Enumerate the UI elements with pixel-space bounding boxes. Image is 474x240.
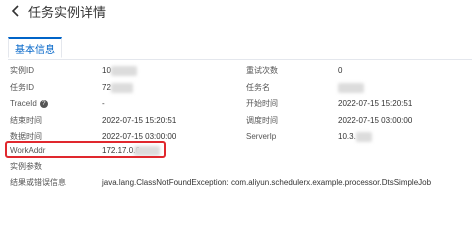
schedule-time-label: 调度时间 bbox=[246, 116, 278, 125]
redacted-value bbox=[111, 83, 133, 93]
schedule-time-value: 2022-07-15 03:00:00 bbox=[338, 116, 413, 125]
tab-bar: 基本信息 bbox=[8, 37, 472, 60]
result-label: 结果或错误信息 bbox=[10, 178, 66, 187]
instance-id-label: 实例ID bbox=[10, 66, 34, 75]
end-time-value: 2022-07-15 15:20:51 bbox=[102, 116, 177, 125]
server-ip-label: ServerIp bbox=[246, 132, 277, 141]
highlight-box bbox=[5, 141, 166, 158]
redacted-value bbox=[356, 132, 372, 142]
detail-row: 任务ID 72 任务名 bbox=[0, 81, 474, 95]
page-title: 任务实例详情 bbox=[28, 4, 107, 20]
tab-basic-info[interactable]: 基本信息 bbox=[8, 37, 62, 58]
instance-id-value: 10 bbox=[102, 66, 111, 75]
detail-row: 实例参数 bbox=[0, 160, 474, 174]
redacted-value bbox=[338, 83, 364, 93]
task-name-label: 任务名 bbox=[246, 83, 270, 92]
detail-row: 结束时间 2022-07-15 15:20:51 调度时间 2022-07-15… bbox=[0, 114, 474, 128]
result-value: java.lang.ClassNotFoundException: com.al… bbox=[102, 178, 432, 187]
server-ip-value: 10.3. bbox=[338, 132, 356, 141]
end-time-label: 结束时间 bbox=[10, 116, 42, 125]
detail-row: 结果或错误信息 java.lang.ClassNotFoundException… bbox=[0, 176, 474, 190]
retry-count-value: 0 bbox=[338, 66, 343, 75]
detail-row: TraceId? - 开始时间 2022-07-15 15:20:51 bbox=[0, 97, 474, 111]
instance-params-label: 实例参数 bbox=[10, 162, 42, 171]
trace-id-value: - bbox=[102, 99, 105, 108]
trace-id-label: TraceId? bbox=[10, 97, 48, 111]
help-icon[interactable]: ? bbox=[39, 99, 48, 108]
redacted-value bbox=[111, 66, 137, 76]
detail-row: 实例ID 10 重试次数 0 bbox=[0, 64, 474, 78]
page-header: 任务实例详情 bbox=[10, 2, 106, 20]
task-id-label: 任务ID bbox=[10, 83, 34, 92]
back-arrow-icon[interactable] bbox=[10, 4, 22, 18]
trace-id-label-text: TraceId bbox=[10, 99, 37, 108]
start-time-value: 2022-07-15 15:20:51 bbox=[338, 99, 413, 108]
start-time-label: 开始时间 bbox=[246, 99, 278, 108]
retry-count-label: 重试次数 bbox=[246, 66, 278, 75]
task-id-value: 72 bbox=[102, 83, 111, 92]
